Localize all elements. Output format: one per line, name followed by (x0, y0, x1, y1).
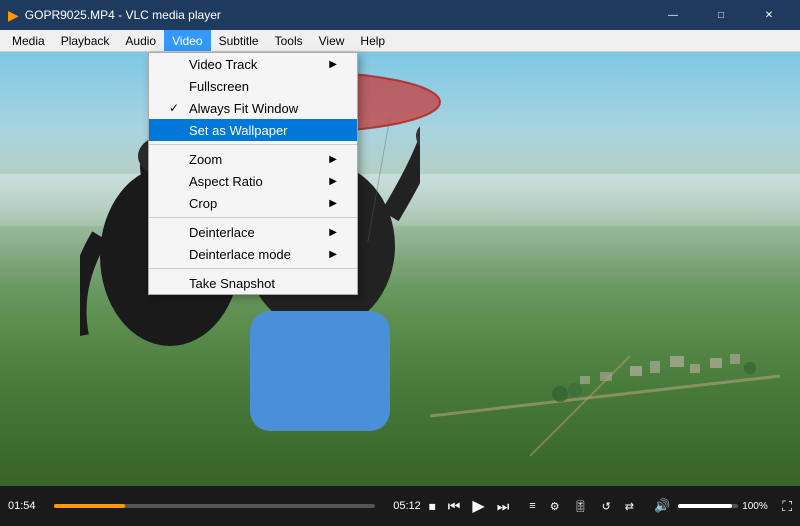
stop-button[interactable]: ⏹ (425, 496, 440, 517)
crop-item[interactable]: Crop ▶ (149, 192, 357, 214)
menu-tools[interactable]: Tools (267, 30, 311, 51)
zoom-label: Zoom (189, 152, 222, 167)
submenu-arrow: ▶ (329, 227, 337, 238)
submenu-arrow: ▶ (329, 198, 337, 209)
submenu-arrow: ▶ (329, 154, 337, 165)
video-track-label: Video Track (189, 57, 257, 72)
vlc-icon: ▶ (8, 7, 19, 24)
separator-3 (149, 268, 357, 269)
menu-bar: Media Playback Audio Video Subtitle Tool… (0, 30, 800, 52)
window-title: GOPR9025.MP4 - VLC media player (25, 8, 650, 22)
video-dropdown-menu: Video Track ▶ Fullscreen ✓ Always Fit Wi… (148, 52, 358, 295)
fullscreen-label: Fullscreen (189, 79, 249, 94)
crop-label: Crop (189, 196, 217, 211)
check-mark: ✓ (169, 101, 185, 115)
submenu-arrow: ▶ (329, 249, 337, 260)
title-bar: ▶ GOPR9025.MP4 - VLC media player — □ ✕ (0, 0, 800, 30)
volume-percent: 100% (742, 501, 774, 512)
playlist-button[interactable]: ≡ (525, 498, 539, 514)
menu-video[interactable]: Video (164, 30, 210, 51)
deinterlace-mode-item[interactable]: Deinterlace mode ▶ (149, 243, 357, 265)
volume-area: 🔊 100% (650, 496, 774, 516)
extended-button[interactable]: ⚙ (546, 498, 564, 515)
mute-button[interactable]: 🔊 (650, 496, 674, 516)
deinterlace-label: Deinterlace (189, 225, 255, 240)
town-elements (430, 276, 780, 456)
close-button[interactable]: ✕ (746, 0, 792, 30)
aspect-ratio-label: Aspect Ratio (189, 174, 263, 189)
play-pause-button[interactable]: ▶ (468, 494, 488, 518)
menu-media[interactable]: Media (4, 30, 53, 51)
take-snapshot-item[interactable]: Take Snapshot (149, 272, 357, 294)
menu-subtitle[interactable]: Subtitle (211, 30, 267, 51)
always-fit-label: Always Fit Window (189, 101, 298, 116)
set-wallpaper-label: Set as Wallpaper (189, 123, 288, 138)
submenu-arrow: ▶ (329, 176, 337, 187)
random-button[interactable]: ⇄ (621, 498, 638, 515)
effects-button[interactable]: 🎚 (570, 498, 592, 515)
maximize-button[interactable]: □ (698, 0, 744, 30)
time-total: 05:12 (385, 500, 421, 512)
volume-bar[interactable] (678, 504, 738, 508)
submenu-arrow: ▶ (329, 59, 337, 70)
progress-fill (54, 504, 125, 508)
video-track-item[interactable]: Video Track ▶ (149, 53, 357, 75)
menu-audio[interactable]: Audio (117, 30, 164, 51)
time-elapsed: 01:54 (8, 500, 44, 512)
video-area (0, 52, 800, 486)
aspect-ratio-item[interactable]: Aspect Ratio ▶ (149, 170, 357, 192)
fullscreen-button[interactable]: ⛶ (782, 498, 792, 515)
next-button[interactable]: ⏭ (493, 496, 514, 517)
deinterlace-item[interactable]: Deinterlace ▶ (149, 221, 357, 243)
menu-playback[interactable]: Playback (53, 30, 118, 51)
menu-view[interactable]: View (311, 30, 353, 51)
fullscreen-item[interactable]: Fullscreen (149, 75, 357, 97)
window-controls: — □ ✕ (650, 0, 792, 30)
always-fit-item[interactable]: ✓ Always Fit Window (149, 97, 357, 119)
minimize-button[interactable]: — (650, 0, 696, 30)
control-bar: 01:54 05:12 ⏹ ⏮ ▶ ⏭ ≡ ⚙ 🎚 ↺ ⇄ 🔊 100% ⛶ (0, 486, 800, 526)
prev-button[interactable]: ⏮ (444, 496, 465, 517)
set-wallpaper-item[interactable]: Set as Wallpaper (149, 119, 357, 141)
deinterlace-mode-label: Deinterlace mode (189, 247, 291, 262)
separator-2 (149, 217, 357, 218)
zoom-item[interactable]: Zoom ▶ (149, 148, 357, 170)
separator-1 (149, 144, 357, 145)
bottom-icons: ≡ ⚙ 🎚 ↺ ⇄ (525, 498, 638, 515)
menu-help[interactable]: Help (352, 30, 393, 51)
loop-button[interactable]: ↺ (598, 498, 615, 515)
take-snapshot-label: Take Snapshot (189, 276, 275, 291)
volume-fill (678, 504, 732, 508)
progress-bar[interactable] (54, 504, 375, 508)
